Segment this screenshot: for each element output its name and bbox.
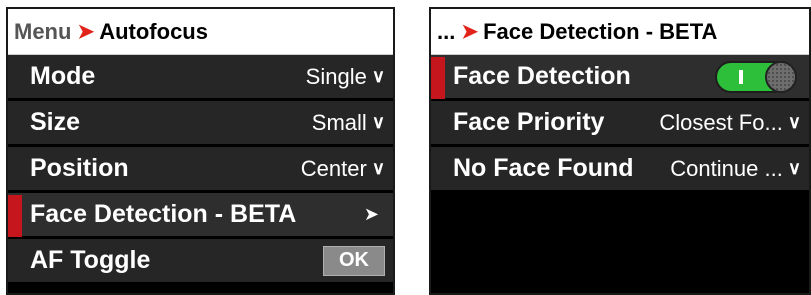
breadcrumb: ... ➤ Face Detection - BETA xyxy=(431,9,809,55)
toggle-knob[interactable] xyxy=(765,60,797,93)
chevron-down-icon[interactable]: ∨ xyxy=(372,112,385,133)
row-label: Position xyxy=(30,154,129,182)
menu-row-face-priority[interactable]: Face Priority Closest Fo... ∨ xyxy=(431,101,809,147)
autofocus-menu-panel: Menu ➤ Autofocus Mode Single ∨ Size Smal… xyxy=(6,7,395,295)
row-label: Size xyxy=(30,108,81,136)
ok-button[interactable]: OK xyxy=(323,245,385,276)
selection-indicator xyxy=(8,195,22,237)
toggle-on-indicator xyxy=(739,69,743,84)
breadcrumb-separator-icon: ➤ xyxy=(77,21,95,43)
menu-row-face-detection[interactable]: Face Detection - BETA ➤ xyxy=(8,193,393,239)
no-face-found-dropdown-value[interactable]: Continue ... xyxy=(670,156,783,182)
row-label: AF Toggle xyxy=(30,246,151,274)
breadcrumb: Menu ➤ Autofocus xyxy=(8,9,393,55)
size-dropdown-value[interactable]: Small xyxy=(312,110,367,136)
breadcrumb-menu[interactable]: Menu xyxy=(14,19,71,45)
chevron-down-icon[interactable]: ∨ xyxy=(372,66,385,87)
breadcrumb-current: Face Detection - BETA xyxy=(483,18,718,44)
menu-row-mode[interactable]: Mode Single ∨ xyxy=(8,55,393,101)
menu-row-face-detection-toggle[interactable]: Face Detection xyxy=(431,55,809,101)
row-label: Face Detection xyxy=(453,62,631,90)
face-priority-dropdown-value[interactable]: Closest Fo... xyxy=(659,110,782,136)
face-detection-toggle[interactable] xyxy=(715,60,797,93)
menu-row-no-face-found[interactable]: No Face Found Continue ... ∨ xyxy=(431,147,809,193)
chevron-down-icon[interactable]: ∨ xyxy=(372,158,385,179)
chevron-down-icon[interactable]: ∨ xyxy=(788,112,801,133)
breadcrumb-current: Autofocus xyxy=(99,18,208,44)
chevron-down-icon[interactable]: ∨ xyxy=(788,158,801,179)
breadcrumb-back[interactable]: ... xyxy=(437,19,455,45)
face-detection-menu-panel: ... ➤ Face Detection - BETA Face Detecti… xyxy=(429,7,811,295)
breadcrumb-separator-icon: ➤ xyxy=(461,21,479,43)
position-dropdown-value[interactable]: Center xyxy=(301,156,367,182)
menu-row-size[interactable]: Size Small ∨ xyxy=(8,101,393,147)
chevron-right-icon[interactable]: ➤ xyxy=(364,204,379,225)
row-label: Face Detection - BETA xyxy=(30,200,297,228)
row-label: Face Priority xyxy=(453,108,605,136)
mode-dropdown-value[interactable]: Single xyxy=(306,64,367,90)
selection-indicator xyxy=(431,57,445,99)
row-label: Mode xyxy=(30,62,96,90)
row-label: No Face Found xyxy=(453,154,634,182)
menu-row-position[interactable]: Position Center ∨ xyxy=(8,147,393,193)
menu-row-af-toggle[interactable]: AF Toggle OK xyxy=(8,239,393,285)
